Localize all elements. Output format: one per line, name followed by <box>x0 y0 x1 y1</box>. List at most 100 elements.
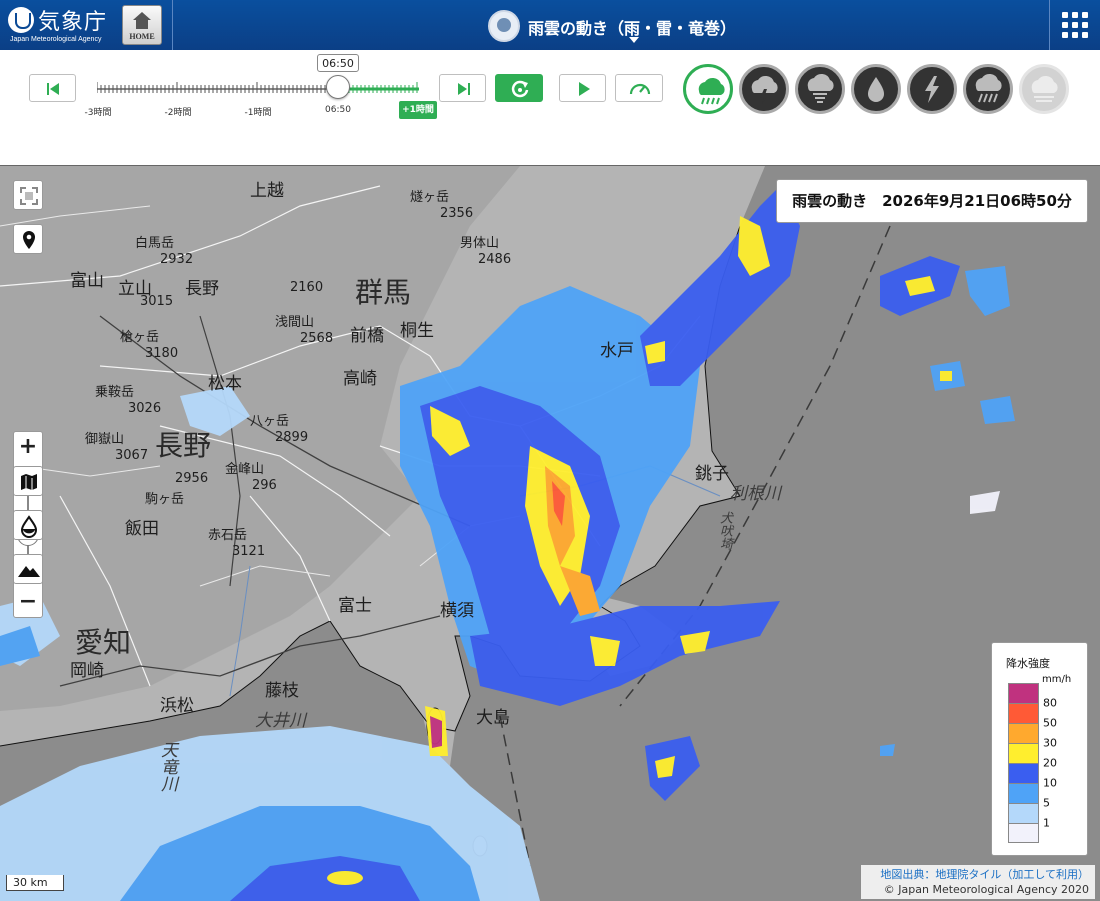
tick-label: -3時間 <box>84 108 112 118</box>
terrain-button[interactable] <box>13 554 43 584</box>
zoom-in-button[interactable]: + <box>14 432 42 462</box>
map-label: 2899 <box>275 430 309 445</box>
current-time-bubble: 06:50 <box>317 54 359 72</box>
map-label: 大井川 <box>255 711 306 731</box>
legend-value: 1 <box>1043 816 1050 830</box>
logo-text: 気象庁 <box>38 10 108 35</box>
jump-start-button[interactable] <box>29 74 76 102</box>
legend-swatch <box>1008 783 1039 803</box>
legend-value: 80 <box>1043 696 1057 710</box>
weather-map[interactable]: 上越 燧ヶ岳 2356 白馬岳 2932 男体山 2486 群馬 富山 立山 3… <box>0 165 1100 901</box>
grid-menu-icon <box>1062 22 1068 28</box>
legend-swatch <box>1008 803 1039 823</box>
grid-menu-icon <box>1082 22 1088 28</box>
credit-link[interactable]: 地図出典：地理院タイル（加工して利用） <box>861 867 1089 882</box>
map-label: 大島 <box>476 708 510 728</box>
legend-swatch <box>1008 763 1039 783</box>
legend-value: 5 <box>1043 796 1050 810</box>
heavy-rain-cloud-icon <box>975 73 1002 103</box>
map-label: 2160 <box>290 280 324 295</box>
grid-menu-button[interactable] <box>1050 0 1100 50</box>
grid-menu-icon <box>1082 12 1088 18</box>
speed-icon <box>629 83 651 95</box>
map-label: 浅間山 <box>275 315 315 330</box>
map-label: 浜松 <box>160 696 194 716</box>
jma-logo[interactable]: 気象庁 Japan Meteorological Agency <box>8 4 118 46</box>
water-layer-button[interactable] <box>13 510 43 540</box>
location-pin-icon <box>23 231 35 249</box>
grid-menu-icon <box>1072 32 1078 38</box>
legend-swatch <box>1008 723 1039 743</box>
grid-menu-icon <box>1062 32 1068 38</box>
map-label: 上越 <box>250 181 284 201</box>
map-label: 長野 <box>155 429 212 462</box>
home-icon-body <box>136 20 148 29</box>
map-label: 横須 <box>440 601 474 621</box>
map-label: 3026 <box>128 401 162 416</box>
legend-swatch <box>1008 823 1039 843</box>
home-label: HOME <box>129 32 155 41</box>
tick-label: 06:50 <box>325 105 351 115</box>
lightning-icon <box>925 76 939 103</box>
heavy-rain-mode[interactable] <box>963 64 1013 114</box>
time-slider-handle[interactable] <box>326 75 350 99</box>
map-label: 2568 <box>300 331 334 346</box>
tornado-cloud-icon <box>807 73 834 103</box>
refresh-icon <box>511 80 529 98</box>
location-button[interactable] <box>13 224 43 254</box>
map-label: 3121 <box>232 544 266 559</box>
lightning-mode[interactable] <box>907 64 957 114</box>
map-label: 群馬 <box>355 276 412 309</box>
cloud-icon <box>1031 75 1058 102</box>
legend-value: 10 <box>1043 776 1057 790</box>
time-slider[interactable] <box>97 78 422 98</box>
future-tick-label[interactable]: +1時間 <box>399 101 437 119</box>
play-button[interactable] <box>559 74 606 102</box>
jump-end-button[interactable] <box>439 74 486 102</box>
legend-value: 30 <box>1043 736 1057 750</box>
header-divider <box>172 0 173 50</box>
map-layer-button[interactable] <box>13 466 43 496</box>
map-label: 桐生 <box>400 321 434 341</box>
legend-swatch <box>1008 743 1039 763</box>
map-label: 2356 <box>440 206 474 221</box>
fullscreen-button[interactable] <box>13 180 43 210</box>
zoom-out-button[interactable]: − <box>14 587 42 617</box>
map-label: 犬吠埼 <box>717 511 732 550</box>
satellite-globe-icon <box>488 10 520 42</box>
chevron-down-icon <box>629 37 639 43</box>
map-label: 乗鞍岳 <box>95 385 135 400</box>
water-drop-icon <box>868 77 884 102</box>
grid-menu-icon <box>1082 32 1088 38</box>
precipitation-mode[interactable] <box>851 64 901 114</box>
disabled-mode <box>1019 64 1069 114</box>
copyright-text: © Japan Meteorological Agency 2020 <box>883 883 1089 896</box>
logo-subtitle: Japan Meteorological Agency <box>10 36 102 43</box>
map-label: 銚子 <box>695 464 729 484</box>
thunder-mode[interactable] <box>739 64 789 114</box>
map-label: 利根川 <box>730 484 781 504</box>
speed-button[interactable] <box>615 74 663 102</box>
app-header: 気象庁 Japan Meteorological Agency HOME 雨雲の… <box>0 0 1100 50</box>
rain-radar-mode[interactable] <box>683 64 733 114</box>
map-label: 八ヶ岳 <box>250 414 290 429</box>
refresh-button[interactable] <box>495 74 543 102</box>
map-layer-icon <box>21 474 37 490</box>
tornado-mode[interactable] <box>795 64 845 114</box>
tick-label: -2時間 <box>164 108 192 118</box>
map-label: 御嶽山 <box>85 432 125 447</box>
map-label: 赤石岳 <box>208 528 248 543</box>
map-label: 愛知 <box>75 626 132 659</box>
map-label: 飯田 <box>125 519 159 539</box>
map-label: 金峰山 <box>225 462 265 477</box>
legend-title: 降水強度 <box>1006 657 1050 670</box>
water-drop-icon <box>20 515 38 538</box>
map-label: 2932 <box>160 252 194 267</box>
home-button[interactable]: HOME <box>122 5 162 45</box>
rain-cloud-icon <box>698 77 725 105</box>
jma-logo-icon <box>8 7 34 33</box>
grid-menu-icon <box>1072 12 1078 18</box>
skip-back-icon <box>47 83 59 95</box>
map-label: 2956 <box>175 471 209 486</box>
map-label: 藤枝 <box>265 681 299 701</box>
